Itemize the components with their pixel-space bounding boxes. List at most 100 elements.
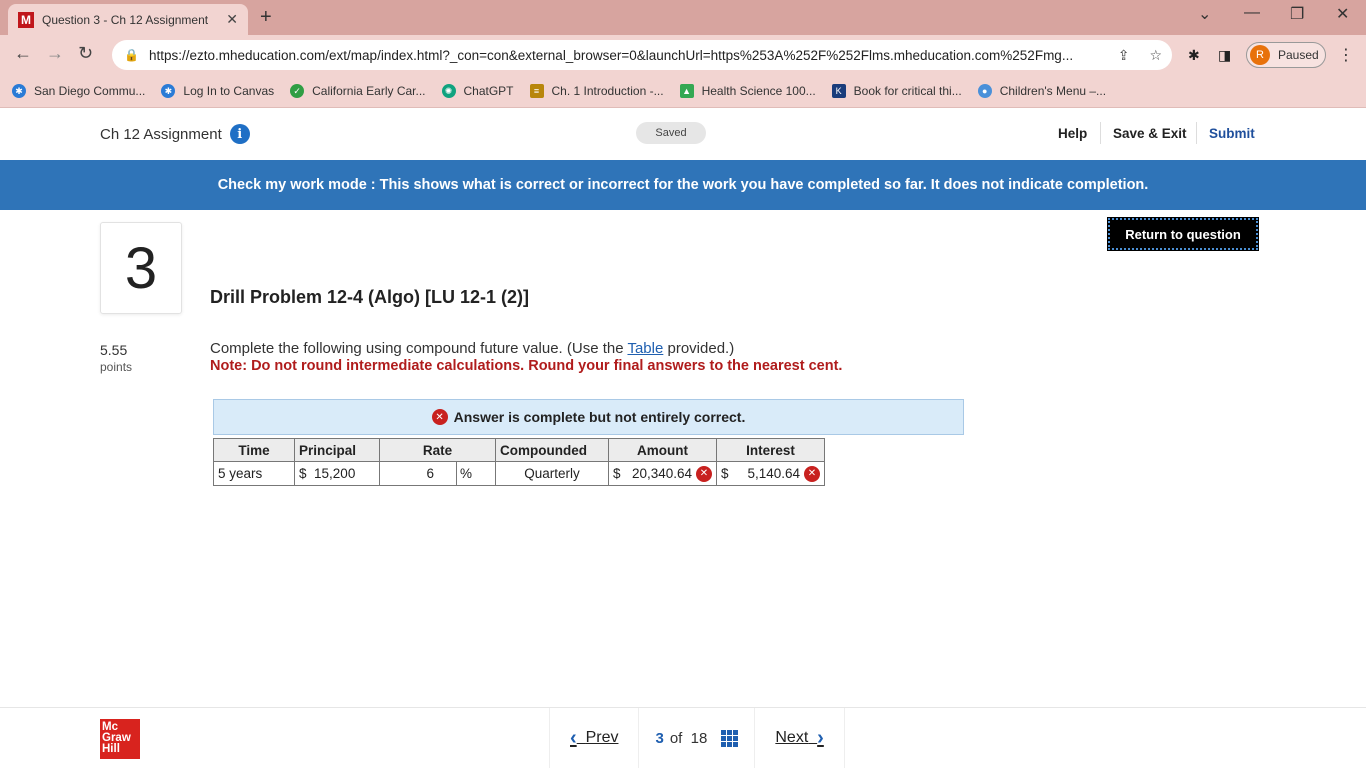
bookmark-ch1[interactable]: ≡ Ch. 1 Introduction -... <box>529 84 664 98</box>
question-title: Drill Problem 12-4 (Algo) [LU 12-1 (2)] <box>210 287 530 307</box>
logo-text: Hill <box>102 743 120 755</box>
browser-tab[interactable]: M Question 3 - Ch 12 Assignment ✕ <box>8 4 248 35</box>
bookmark-label: Book for critical thi... <box>853 84 962 98</box>
incorrect-x-icon: ✕ <box>804 465 820 482</box>
bookmark-canvas[interactable]: ✱ Log In to Canvas <box>161 84 274 98</box>
browser-toolbar: ← → ↻ 🔒 https://ezto.mheducation.com/ext… <box>0 35 1366 75</box>
page-indicator[interactable]: 3 of 18 <box>638 708 756 768</box>
profile-status: Paused <box>1278 48 1319 62</box>
amount-value: 20,340.64 <box>631 466 692 481</box>
prev-button[interactable]: ‹ Prev <box>550 727 638 750</box>
answer-status-text: Answer is complete but not entirely corr… <box>453 409 746 425</box>
bookmark-book[interactable]: K Book for critical thi... <box>831 84 962 98</box>
assignment-title: Ch 12 Assignment i <box>100 124 250 144</box>
rounding-note: Note: Do not round intermediate calculat… <box>210 358 843 374</box>
reload-icon[interactable]: ↻ <box>78 43 93 64</box>
new-tab-icon[interactable]: + <box>260 6 272 29</box>
address-bar[interactable]: 🔒 https://ezto.mheducation.com/ext/map/i… <box>112 40 1172 70</box>
url-text: https://ezto.mheducation.com/ext/map/ind… <box>148 47 1074 63</box>
avatar: R <box>1250 45 1270 65</box>
extensions-puzzle-icon[interactable]: ✱ <box>1188 47 1200 64</box>
bookmark-san-diego[interactable]: ✱ San Diego Commu... <box>12 84 145 98</box>
close-window-icon[interactable]: ✕ <box>1336 4 1349 24</box>
lock-icon[interactable]: 🔒 <box>124 48 139 62</box>
minimize-icon[interactable]: — <box>1244 4 1260 22</box>
save-exit-button[interactable]: Save & Exit <box>1113 126 1187 141</box>
instruction-text: provided.) <box>663 340 735 357</box>
time-cell: 5 years <box>213 461 295 486</box>
assignment-title-text: Ch 12 Assignment <box>100 125 222 143</box>
info-icon[interactable]: i <box>229 124 250 144</box>
interest-cell[interactable]: $ 5,140.64 ✕ <box>716 461 825 486</box>
share-icon[interactable]: ⇪ <box>1118 47 1130 64</box>
of-label: of <box>669 729 683 747</box>
bookmark-label: Children's Menu –... <box>999 84 1107 98</box>
forward-arrow-icon[interactable]: → <box>46 43 64 64</box>
help-button[interactable]: Help <box>1058 126 1087 141</box>
bookmark-california[interactable]: ✓ California Early Car... <box>290 84 426 98</box>
submit-button[interactable]: Submit <box>1209 126 1255 141</box>
bookmark-label: Ch. 1 Introduction -... <box>551 84 664 98</box>
browser-tabstrip: M Question 3 - Ch 12 Assignment ✕ + ⌄ — … <box>0 0 1366 35</box>
restore-icon[interactable]: ❐ <box>1290 4 1304 24</box>
tab-search-chevron-icon[interactable]: ⌄ <box>1198 4 1211 24</box>
bookmark-label: California Early Car... <box>312 84 426 98</box>
bookmark-label: Health Science 100... <box>701 84 816 98</box>
browser-menu-icon[interactable]: ⋮ <box>1338 45 1354 65</box>
column-header-principal: Principal <box>294 438 380 462</box>
table-header-row: Time Principal Rate Compounded Amount In… <box>213 438 825 462</box>
bookmark-childrens-menu[interactable]: ● Children's Menu –... <box>977 84 1107 98</box>
return-to-question-button[interactable]: Return to question <box>1107 217 1259 251</box>
profile-button[interactable]: R Paused <box>1246 42 1326 68</box>
chevron-left-icon: ‹ <box>570 726 577 749</box>
saved-status-badge: Saved <box>636 122 706 144</box>
back-arrow-icon[interactable]: ← <box>14 43 32 64</box>
instruction-text: Complete the following using compound fu… <box>210 340 628 357</box>
chevron-right-icon: › <box>817 726 824 749</box>
table-link[interactable]: Table <box>627 340 663 357</box>
column-header-time: Time <box>213 438 295 462</box>
bookmark-globe-icon: ✱ <box>12 84 26 98</box>
table-row: 5 years $ 15,200 6 % Quarterly $ 20,340.… <box>213 461 825 486</box>
chatgpt-icon: ✺ <box>441 84 456 98</box>
check-work-banner: Check my work mode : This shows what is … <box>0 160 1366 210</box>
bookmark-health[interactable]: ▲ Health Science 100... <box>679 84 816 98</box>
app-header: Ch 12 Assignment i Saved Help Save & Exi… <box>0 108 1366 160</box>
question-instruction: Complete the following using compound fu… <box>210 340 734 357</box>
bookmark-star-icon[interactable]: ☆ <box>1149 47 1162 64</box>
header-divider <box>1100 122 1101 144</box>
menu-icon: ● <box>977 84 992 98</box>
compound-value-table: Time Principal Rate Compounded Amount In… <box>213 438 825 486</box>
question-pager: ‹ Prev 3 of 18 Next › <box>549 708 845 768</box>
points-label: points <box>100 360 133 374</box>
question-number: 3 <box>100 222 182 314</box>
interest-value: 5,140.64 <box>747 466 800 481</box>
amount-cell[interactable]: $ 20,340.64 ✕ <box>608 461 717 486</box>
footer: Mc Graw Hill ‹ Prev 3 of 18 Next › <box>0 707 1366 768</box>
mcgraw-hill-logo: Mc Graw Hill <box>100 719 140 759</box>
answer-status-banner: ✕ Answer is complete but not entirely co… <box>213 399 964 435</box>
tab-title: Question 3 - Ch 12 Assignment <box>42 12 209 27</box>
bookmarks-bar: ✱ San Diego Commu... ✱ Log In to Canvas ✓ C… <box>0 75 1366 108</box>
column-header-compounded: Compounded <box>495 438 609 462</box>
side-panel-icon[interactable]: ◨ <box>1218 47 1231 64</box>
currency-symbol: $ <box>299 466 307 481</box>
compounded-cell: Quarterly <box>495 461 609 486</box>
prev-label: Prev <box>585 729 619 746</box>
bookmark-chatgpt[interactable]: ✺ ChatGPT <box>441 84 514 98</box>
next-button[interactable]: Next › <box>755 727 843 750</box>
column-header-rate: Rate <box>379 438 496 462</box>
rate-unit: % <box>460 466 473 481</box>
tab-close-icon[interactable]: ✕ <box>226 11 238 28</box>
check-circle-icon: ✓ <box>290 84 305 98</box>
grid-icon[interactable] <box>721 729 739 747</box>
current-page: 3 <box>655 729 664 747</box>
principal-value: 15,200 <box>314 466 356 481</box>
mheducation-favicon-icon: M <box>18 11 34 28</box>
bookmark-label: Log In to Canvas <box>183 84 275 98</box>
rate-cell: 6 % <box>379 461 496 486</box>
total-pages: 18 <box>690 729 708 747</box>
incorrect-x-icon: ✕ <box>431 409 448 425</box>
header-divider <box>1196 122 1197 144</box>
incorrect-x-icon: ✕ <box>696 465 712 482</box>
